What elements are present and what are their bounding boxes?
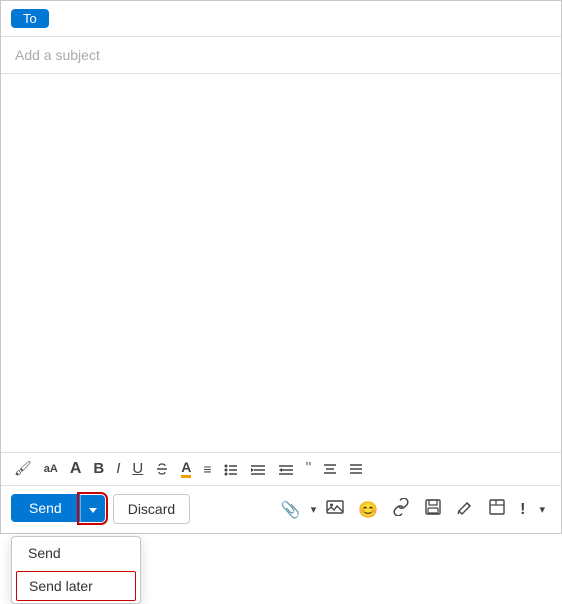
send-menu-item[interactable]: Send [12, 537, 140, 569]
emoji-button[interactable]: 😊 [352, 496, 384, 524]
indent-increase-btn[interactable] [273, 459, 299, 479]
font-size-small-btn[interactable]: aA [39, 460, 63, 478]
template-button[interactable] [482, 494, 512, 525]
send-later-menu-item[interactable]: Send later [16, 571, 136, 601]
formatting-toolbar: 🖌 aA A B I U A ≡ [1, 452, 561, 486]
send-button[interactable]: Send [11, 494, 80, 522]
bullet-list-btn[interactable] [219, 459, 243, 479]
to-row: To [1, 1, 561, 37]
font-color-btn[interactable]: A [176, 457, 196, 481]
send-dropdown-button[interactable] [80, 495, 105, 522]
underline-btn[interactable]: U [127, 457, 148, 480]
align-left-btn[interactable]: ≡ [198, 458, 216, 480]
format-painter-btn[interactable]: 🖌 [9, 457, 37, 480]
subject-placeholder: Add a subject [15, 47, 100, 63]
right-toolbar: 📎 ▾ 😊 [275, 494, 551, 525]
edit-button[interactable] [450, 494, 480, 525]
attachment-dropdown-button[interactable]: ▾ [309, 499, 319, 520]
send-dropdown-menu: Send Send later [11, 536, 141, 604]
body-area[interactable] [1, 74, 561, 452]
compose-window: To Add a subject 🖌 aA A B I U A ≡ [0, 0, 562, 534]
discard-button[interactable]: Discard [113, 494, 190, 524]
more-format-btn[interactable] [344, 459, 368, 479]
send-group: Send Send Send later [11, 494, 105, 522]
indent-decrease-btn[interactable] [245, 459, 271, 479]
attachment-button[interactable]: 📎 [275, 496, 307, 524]
to-button[interactable]: To [11, 9, 49, 28]
save-button[interactable] [418, 494, 448, 525]
italic-btn[interactable]: I [111, 457, 125, 480]
image-button[interactable] [320, 494, 350, 525]
more-options-button[interactable]: ▾ [533, 499, 551, 520]
bottom-bar: Send Send Send later Discard 📎 ▾ 😊 [1, 486, 561, 533]
importance-button[interactable]: ! [514, 497, 531, 523]
strikethrough-btn[interactable] [150, 459, 174, 479]
quote-btn[interactable]: " [301, 457, 317, 481]
bold-btn[interactable]: B [88, 457, 109, 480]
subject-row[interactable]: Add a subject [1, 37, 561, 74]
link-button[interactable] [386, 494, 416, 525]
chevron-down-icon [89, 501, 97, 516]
font-size-large-btn[interactable]: A [65, 457, 87, 481]
align-center-btn[interactable] [318, 459, 342, 479]
